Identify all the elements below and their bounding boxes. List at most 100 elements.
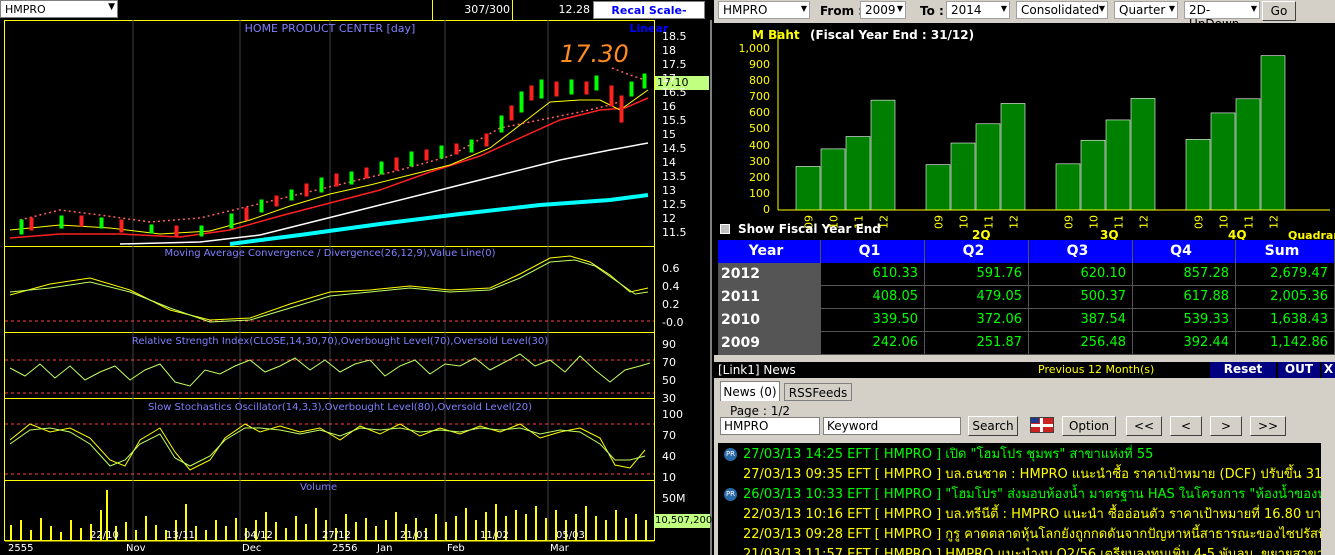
year-tick-label: 09 [1193, 215, 1206, 229]
table-row: 2012 610.33 591.76 620.10 857.28 2,679.47 [718, 263, 1335, 286]
bar-2Q-2011 [975, 123, 1001, 211]
news-item[interactable]: 27/03/13 09:35 EFT [ HMPRO ] บล.ธนชาต : … [718, 463, 1335, 483]
table-cell-year: 2012 [718, 263, 821, 286]
header-q2: Q2 [925, 240, 1029, 263]
consolidation-select[interactable]: Consolidated ▼ [1016, 1, 1108, 19]
news-item[interactable]: PR 27/03/13 14:25 EFT [ HMPRO ] เปิด "โฮม… [718, 443, 1153, 463]
table-cell-value: 339.50 [821, 309, 925, 332]
volume-title: Volume [300, 482, 338, 493]
fin-y-axis: 1,000 900 800 700 600 500 400 300 200 100 0 [738, 42, 771, 216]
nav-prev-button[interactable]: < [1170, 416, 1202, 436]
price-candles [19, 73, 647, 237]
volume-value-tag: 10,507,200 [654, 514, 713, 528]
to-year-value: 2014 [951, 3, 982, 17]
news-symbol-input[interactable]: HMPRO [720, 417, 820, 435]
financial-toolbar: HMPRO ▼ From : 2009 ▼ To : 2014 ▼ Consolida… [714, 0, 1335, 31]
table-cell-value: 251.87 [925, 332, 1029, 355]
fin-symbol-select[interactable]: HMPRO ▼ [718, 1, 810, 19]
bar-4Q-2011 [1235, 98, 1261, 211]
bar-1Q-2011 [845, 136, 871, 211]
nav-first-button[interactable]: << [1126, 416, 1162, 436]
show-fiscal-label: Show Fiscal Year End [738, 222, 881, 236]
year-tick-label: 12 [1008, 215, 1021, 229]
table-cell-value: 1,142.86 [1236, 332, 1335, 355]
table-cell-value: 500.37 [1029, 286, 1133, 309]
stoch-title: Slow Stochastics Oscillator(14,3,3),Over… [147, 402, 533, 413]
reset-button[interactable]: Reset [1210, 362, 1276, 378]
fin-symbol-value: HMPRO [723, 3, 768, 17]
search-button[interactable]: Search [968, 416, 1018, 436]
news-item-text: 22/03/13 09:28 EFT [ HMPRO ] กูรู คาดตลา… [743, 527, 1335, 542]
year-tick-label: 10 [958, 215, 971, 229]
go-button[interactable]: Go [1262, 1, 1296, 21]
close-icon[interactable]: X [1322, 362, 1335, 378]
table-row: 2010 339.50 372.06 387.54 539.33 1,638.43 [718, 309, 1335, 332]
unit-label: M Baht [752, 28, 800, 42]
bar-3Q-2009 [1055, 163, 1081, 211]
period-select[interactable]: Quarter ▼ [1114, 1, 1178, 19]
year-tick-label: 09 [933, 215, 946, 229]
news-item[interactable]: 22/03/13 09:28 EFT [ HMPRO ] กูรู คาดตลา… [718, 523, 1335, 543]
tab-news[interactable]: News (0) [720, 381, 780, 401]
news-item[interactable]: 22/03/13 10:16 EFT [ HMPRO ] บล.ทรีนีตี้… [718, 503, 1329, 523]
last-price-label: 17.30 [560, 40, 629, 68]
out-button[interactable]: OUT [1278, 362, 1320, 378]
date-axis-top: 22/10 13/11 04/12 27/12 21/01 11/02 05/03 [90, 530, 585, 541]
macd-title: Moving Average Convergence / Divergence(… [164, 248, 496, 259]
table-cell-value: 617.88 [1133, 286, 1236, 309]
toolbar-spacer [120, 0, 433, 20]
main-chart-title: HOME PRODUCT CENTER [day] [244, 22, 416, 35]
table-cell-value: 479.05 [925, 286, 1029, 309]
table-cell-value: 1,638.43 [1236, 309, 1335, 332]
table-cell-year: 2010 [718, 309, 821, 332]
news-scrollbar[interactable] [1321, 443, 1335, 555]
date-axis-bottom: 2555 Nov Dec 2556 Jan Feb Mar [8, 543, 569, 554]
header-sum: Sum [1236, 240, 1335, 263]
stock-chart-panel: HMPRO ▼ 307/300 12.28 Recal Scale-Linear [0, 0, 712, 555]
table-cell-value: 2,679.47 [1236, 263, 1335, 286]
language-flag-icon[interactable] [1030, 417, 1054, 433]
bar-3Q-2012 [1130, 98, 1156, 211]
table-row: 2009 242.06 251.87 256.48 392.44 1,142.86 [718, 332, 1335, 355]
toolbar-divider [512, 0, 513, 20]
table-cell-value: 620.10 [1029, 263, 1133, 286]
year-tick-label: 12 [1268, 215, 1281, 229]
nav-next-button[interactable]: > [1210, 416, 1242, 436]
table-cell-value: 372.06 [925, 309, 1029, 332]
tab-rss-feeds[interactable]: RSSFeeds [784, 383, 852, 401]
header-q1: Q1 [821, 240, 925, 263]
recal-scale-button[interactable]: Recal Scale-Linear [593, 1, 705, 35]
chevron-down-icon: ▼ [1168, 4, 1175, 13]
chevron-down-icon: ▼ [1250, 4, 1257, 13]
news-item[interactable]: 21/03/13 11:57 EFT [ HMPRO ] HMPRO แนะนำ… [718, 543, 1324, 555]
earnings-table: Year Q1 Q2 Q3 Q4 Sum 2012 610.33 591.76 620… [718, 240, 1335, 355]
to-year-select[interactable]: 2014 ▼ [946, 1, 1010, 19]
option-button[interactable]: Option [1062, 416, 1116, 436]
bar-3Q-2010 [1080, 139, 1106, 211]
press-release-icon: PR [724, 448, 737, 461]
show-fiscal-checkbox[interactable] [720, 224, 730, 234]
nav-last-button[interactable]: >> [1250, 416, 1286, 436]
table-cell-value: 539.33 [1133, 309, 1236, 332]
page-indicator: Page : 1/2 [730, 404, 791, 418]
from-year-select[interactable]: 2009 ▼ [860, 1, 906, 19]
header-q3: Q3 [1029, 240, 1133, 263]
keyword-input[interactable]: Keyword [823, 417, 961, 435]
from-label: From : [820, 4, 864, 18]
news-item[interactable]: PR 26/03/13 10:33 EFT [ HMPRO ] "โฮมโปร" … [718, 483, 1335, 503]
chevron-down-icon: ▼ [896, 4, 903, 13]
table-cell-value: 610.33 [821, 263, 925, 286]
news-item-text: 27/03/13 09:35 EFT [ HMPRO ] บล.ธนชาต : … [743, 467, 1335, 482]
symbol-select[interactable]: HMPRO ▼ [0, 0, 118, 18]
view-select[interactable]: 2D-UpDown ▼ [1184, 1, 1260, 31]
bar-4Q-2009 [1185, 139, 1211, 211]
year-tick-label: 10 [1088, 215, 1101, 229]
bar-4Q-2010 [1210, 112, 1236, 211]
chevron-down-icon: ▼ [1098, 4, 1105, 13]
bar-2Q-2010 [950, 142, 976, 211]
main-price-axis: 18.5 18 17.5 17 16.5 16 15.5 15 14.5 14 13.5 13 12.5… [662, 30, 687, 239]
year-tick-label: 12 [1138, 215, 1151, 229]
stock-chart-svg[interactable] [0, 20, 712, 555]
period-value: Quarter [1119, 3, 1166, 17]
bar-2Q-2012 [1000, 103, 1026, 211]
